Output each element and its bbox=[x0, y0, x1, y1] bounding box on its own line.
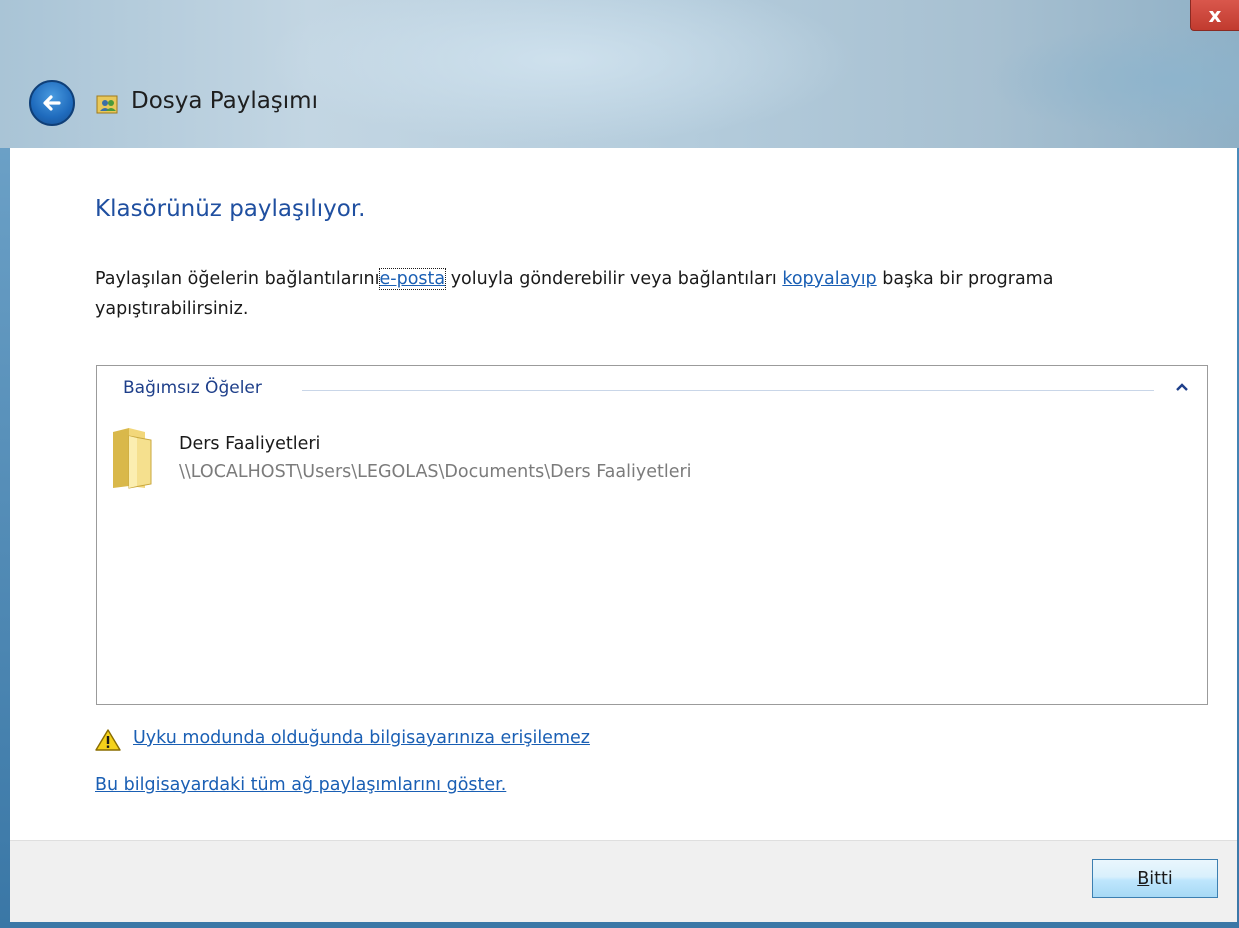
window-frame-left bbox=[0, 148, 10, 928]
window-frame-bottom bbox=[0, 922, 1239, 928]
item-name: Ders Faaliyetleri bbox=[179, 434, 321, 454]
window-title: Dosya Paylaşımı bbox=[131, 88, 318, 114]
group-collapse-button[interactable] bbox=[1175, 380, 1189, 394]
title-bar: x Dosya Paylaşımı bbox=[0, 0, 1239, 148]
close-button[interactable]: x bbox=[1190, 0, 1239, 31]
group-header-independent-items: Bağımsız Öğeler bbox=[123, 378, 262, 398]
item-path: \\LOCALHOST\Users\LEGOLAS\Documents\Ders… bbox=[179, 462, 692, 482]
finish-button[interactable]: Bitti bbox=[1092, 859, 1218, 898]
group-header-divider bbox=[302, 390, 1154, 391]
description-part1: Paylaşılan öğelerin bağlantılarını bbox=[95, 269, 380, 289]
show-all-shares-link[interactable]: Bu bilgisayardaki tüm ağ paylaşımlarını … bbox=[95, 775, 506, 795]
back-arrow-icon bbox=[43, 95, 61, 111]
file-sharing-icon bbox=[96, 95, 118, 114]
folder-icon bbox=[113, 428, 152, 489]
warning-icon bbox=[95, 729, 121, 751]
shared-items-list[interactable]: Bağımsız Öğeler Ders Faaliyetleri \\LOCA… bbox=[96, 365, 1208, 705]
description-part2: yoluyla gönderebilir veya bağlantıları bbox=[445, 269, 783, 289]
back-button[interactable] bbox=[29, 80, 75, 126]
finish-button-label: itti bbox=[1149, 868, 1173, 889]
main-content: Klasörünüz paylaşılıyor. Paylaşılan öğel… bbox=[10, 148, 1237, 840]
description-text: Paylaşılan öğelerin bağlantılarınıe-post… bbox=[95, 264, 1175, 324]
copy-link[interactable]: kopyalayıp bbox=[782, 269, 876, 289]
email-link[interactable]: e-posta bbox=[378, 268, 447, 290]
chevron-up-icon bbox=[1176, 383, 1188, 391]
file-sharing-window: x Dosya Paylaşımı Klasörünüz paylaşılıyo… bbox=[0, 0, 1239, 928]
page-heading: Klasörünüz paylaşılıyor. bbox=[95, 196, 366, 222]
sleep-mode-warning-link[interactable]: Uyku modunda olduğunda bilgisayarınıza e… bbox=[133, 728, 590, 748]
finish-button-accel: B bbox=[1137, 868, 1150, 889]
close-icon: x bbox=[1208, 3, 1222, 27]
footer-bar: Bitti bbox=[10, 840, 1237, 923]
